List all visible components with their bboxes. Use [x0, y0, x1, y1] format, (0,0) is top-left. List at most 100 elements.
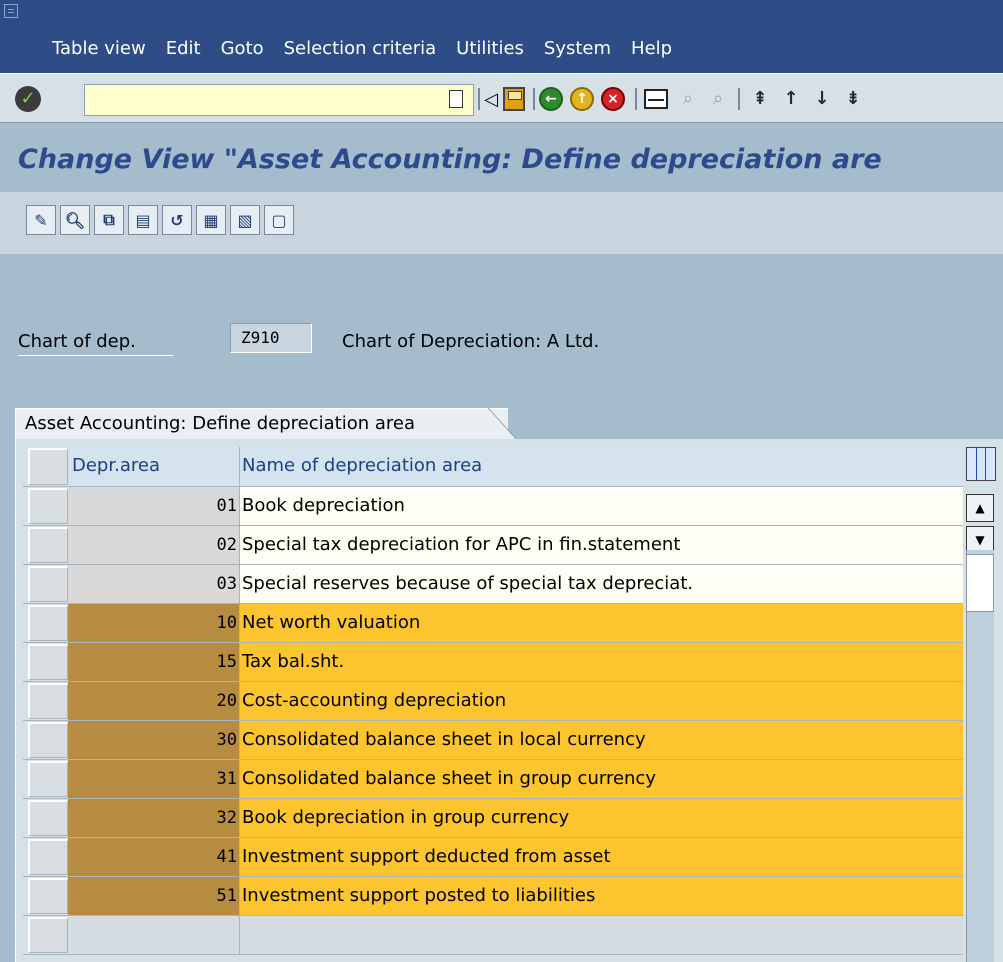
chart-of-dep-value: Z910 [230, 323, 312, 353]
depr-area-cell: 51 [68, 877, 240, 915]
select-all-icon[interactable]: ▦ [196, 205, 226, 235]
depr-area-name-cell[interactable]: Tax bal.sht. [240, 643, 963, 681]
row-selector[interactable] [28, 488, 68, 524]
next-page-icon[interactable]: ↓ [808, 85, 836, 113]
table-row: 30 Consolidated balance sheet in local cu… [23, 721, 963, 760]
menu-goto[interactable]: Goto [221, 38, 264, 59]
menu-help[interactable]: Help [631, 38, 672, 59]
row-selector[interactable] [28, 800, 68, 836]
table-body: 01 Book depreciation 02 Special tax depreci… [23, 487, 963, 955]
row-selector[interactable] [28, 683, 68, 719]
display-change-icon[interactable]: ✎ [26, 205, 56, 235]
menu-selection-criteria[interactable]: Selection criteria [284, 38, 437, 59]
last-page-icon[interactable]: ⇟ [839, 85, 867, 113]
chart-of-dep-description: Chart of Depreciation: A Ltd. [342, 331, 600, 352]
table-row: 41 Investment support deducted from asset [23, 838, 963, 877]
application-toolbar: ✎ 🔍︎ ⧉ ▤ ↺ ▦ ▧ ▢ [0, 192, 1003, 254]
toolbar-collapse-icon[interactable]: ◁ [483, 85, 499, 113]
depr-area-cell: 31 [68, 760, 240, 798]
depr-area-name-cell[interactable]: Consolidated balance sheet in local curr… [240, 721, 963, 759]
previous-page-icon[interactable]: ↑ [777, 85, 805, 113]
depr-area-cell: 20 [68, 682, 240, 720]
tab-asset-accounting[interactable]: Asset Accounting: Define depreciation ar… [15, 408, 508, 439]
table-row: 31 Consolidated balance sheet in group cu… [23, 760, 963, 799]
select-block-icon[interactable]: ▧ [230, 205, 260, 235]
row-selector[interactable] [28, 527, 68, 563]
first-page-icon[interactable]: ⇞ [746, 85, 774, 113]
find-icon[interactable]: ⌕ [674, 85, 702, 113]
menu-utilities[interactable]: Utilities [456, 38, 524, 59]
row-selector[interactable] [28, 878, 68, 914]
depr-area-name-cell[interactable]: Special reserves because of special tax … [240, 565, 963, 603]
depr-area-cell: 02 [68, 526, 240, 564]
menu-system[interactable]: System [544, 38, 611, 59]
depr-area-cell: 41 [68, 838, 240, 876]
table-header-row: Depr.area Name of depreciation area [23, 447, 963, 487]
scroll-up-button[interactable]: ▲ [966, 494, 994, 522]
depr-area-name-cell[interactable]: Special tax depreciation for APC in fin.… [240, 526, 963, 564]
row-selector[interactable] [28, 566, 68, 602]
chart-of-dep-label: Chart of dep. [18, 328, 173, 356]
save-icon[interactable] [500, 85, 528, 113]
table-row-empty [23, 916, 963, 955]
copy-icon[interactable]: ⧉ [94, 205, 124, 235]
details-icon[interactable]: 🔍︎ [60, 205, 90, 235]
row-selector[interactable] [28, 917, 68, 953]
column-configuration-icon[interactable] [966, 447, 996, 481]
menu-edit[interactable]: Edit [166, 38, 201, 59]
table-row: 15 Tax bal.sht. [23, 643, 963, 682]
menu-items: Table view Edit Goto Selection criteria … [52, 38, 692, 59]
table-row: 51 Investment support posted to liabiliti… [23, 877, 963, 916]
depr-area-cell: 03 [68, 565, 240, 603]
deselect-all-icon[interactable]: ▢ [264, 205, 294, 235]
table-row: 03 Special reserves because of special ta… [23, 565, 963, 604]
depr-area-cell: 10 [68, 604, 240, 642]
table-row: 32 Book depreciation in group currency [23, 799, 963, 838]
depr-area-name-cell[interactable]: Consolidated balance sheet in group curr… [240, 760, 963, 798]
toolbar-separator [635, 88, 637, 110]
row-selector[interactable] [28, 761, 68, 797]
depr-area-name-cell[interactable]: Cost-accounting depreciation [240, 682, 963, 720]
depr-area-name-cell[interactable]: Book depreciation in group currency [240, 799, 963, 837]
enter-icon[interactable]: ✓ [14, 85, 42, 113]
standard-toolbar: ✓ ◁ ← ↑ × ⌕ ⌕ ⇞ ↑ ↓ ⇟ [0, 73, 1003, 123]
page-title: Change View "Asset Accounting: Define de… [18, 144, 882, 175]
print-icon[interactable] [642, 85, 670, 113]
column-header-name[interactable]: Name of depreciation area [240, 447, 963, 486]
depr-area-cell: 32 [68, 799, 240, 837]
undo-icon[interactable]: ↺ [162, 205, 192, 235]
select-all-rows[interactable] [28, 448, 68, 485]
row-selector[interactable] [28, 605, 68, 641]
depr-area-name-cell[interactable]: Investment support posted to liabilities [240, 877, 963, 915]
menu-bar: Table view Edit Goto Selection criteria … [0, 0, 1003, 73]
table-row: 20 Cost-accounting depreciation [23, 682, 963, 721]
delete-icon[interactable]: ▤ [128, 205, 158, 235]
system-menu-icon[interactable] [4, 4, 18, 18]
depr-area-name-cell[interactable] [240, 916, 963, 954]
toolbar-separator [478, 88, 480, 110]
depr-area-name-cell[interactable]: Book depreciation [240, 487, 963, 525]
depr-area-name-cell[interactable]: Net worth valuation [240, 604, 963, 642]
find-next-icon[interactable]: ⌕ [704, 85, 732, 113]
command-field[interactable] [84, 84, 474, 116]
menu-table-view[interactable]: Table view [52, 38, 146, 59]
row-selector[interactable] [28, 839, 68, 875]
depr-area-cell: 15 [68, 643, 240, 681]
table-row: 02 Special tax depreciation for APC in fi… [23, 526, 963, 565]
table-row: 10 Net worth valuation [23, 604, 963, 643]
depr-area-cell: 01 [68, 487, 240, 525]
depr-area-name-cell[interactable]: Investment support deducted from asset [240, 838, 963, 876]
back-icon[interactable]: ← [537, 85, 565, 113]
exit-icon[interactable]: ↑ [568, 85, 596, 113]
table-row: 01 Book depreciation [23, 487, 963, 526]
cancel-icon[interactable]: × [599, 85, 627, 113]
depreciation-area-table: Depr.area Name of depreciation area 01 Bo… [23, 447, 963, 955]
command-history-icon[interactable] [449, 90, 463, 108]
depr-area-cell [68, 916, 240, 954]
column-header-depr-area[interactable]: Depr.area [68, 447, 240, 486]
row-selector[interactable] [28, 722, 68, 758]
toolbar-separator [738, 88, 740, 110]
row-selector[interactable] [28, 644, 68, 680]
scrollbar-thumb[interactable] [966, 554, 994, 612]
tab-edge [488, 408, 516, 439]
